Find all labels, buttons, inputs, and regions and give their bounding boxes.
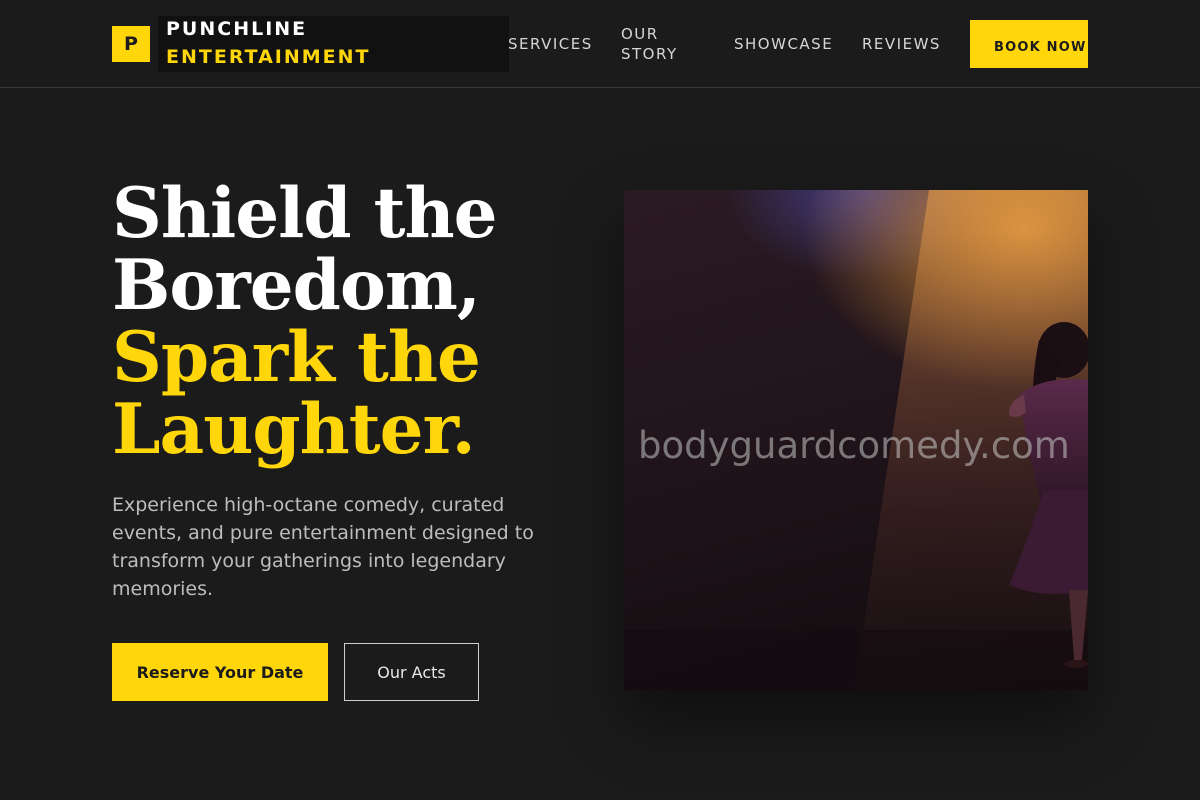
reserve-date-button[interactable]: Reserve Your Date	[112, 643, 328, 701]
brand-name-line2: ENTERTAINMENT	[166, 46, 371, 68]
headline-line-1: Shield the	[112, 173, 498, 254]
hero-image: bodyguardcomedy.com	[624, 190, 1088, 690]
nav-link-services[interactable]: SERVICES	[508, 34, 593, 54]
our-acts-button[interactable]: Our Acts	[344, 643, 479, 701]
headline-line-2: Boredom,	[112, 245, 481, 326]
nav-link-our-story[interactable]: OUR STORY	[621, 24, 701, 64]
site-header: P PUNCHLINE ENTERTAINMENT SERVICES OUR S…	[0, 0, 1200, 88]
headline-line-3: Spark the	[112, 317, 481, 398]
book-now-button[interactable]: BOOK NOW	[970, 20, 1088, 68]
hero-headline: Shield the Boredom, Spark the Laughter.	[112, 178, 582, 466]
nav-link-reviews[interactable]: REVIEWS	[862, 34, 941, 54]
nav-link-showcase[interactable]: SHOWCASE	[734, 34, 833, 54]
brand-name-line1: PUNCHLINE	[166, 18, 308, 40]
hero-subtext: Experience high-octane comedy, curated e…	[112, 494, 534, 600]
brand-name[interactable]: PUNCHLINE ENTERTAINMENT	[158, 16, 509, 72]
logo-icon[interactable]: P	[112, 26, 150, 62]
image-watermark: bodyguardcomedy.com	[638, 424, 1070, 467]
headline-line-4: Laughter.	[112, 389, 476, 470]
